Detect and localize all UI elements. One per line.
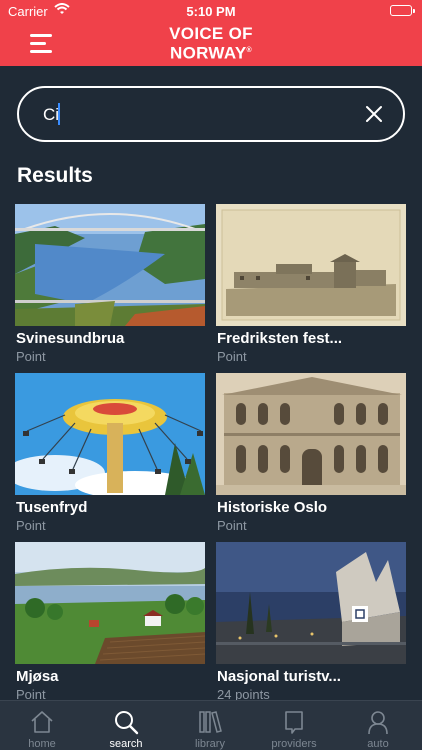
tab-label: auto [367, 738, 389, 750]
results-heading: Results [17, 164, 93, 187]
card-subtitle: Point [16, 349, 46, 364]
clear-search-button[interactable] [363, 103, 385, 125]
search-input[interactable] [43, 102, 343, 128]
card-title: Nasjonal turistv... [217, 668, 341, 685]
tab-label: library [195, 738, 225, 750]
result-card[interactable]: Nasjonal turistv... 24 points [216, 542, 406, 707]
result-card[interactable]: Fredriksten fest... Point [216, 204, 406, 369]
home-icon [31, 711, 53, 733]
search-bar [17, 86, 405, 142]
result-card[interactable]: Historiske Oslo Point [216, 373, 406, 538]
logo-line-2: NORWAY [170, 43, 247, 63]
nasjonal-turistveg-image [216, 542, 406, 664]
mjosa-image [15, 542, 205, 664]
person-icon [368, 711, 388, 735]
clock: 5:10 PM [186, 4, 236, 19]
tab-label: home [28, 738, 56, 750]
historiske-oslo-image [216, 373, 406, 495]
logo-registered-mark: ® [246, 47, 252, 54]
text-caret [58, 103, 60, 125]
search-icon [115, 711, 139, 735]
card-subtitle: Point [217, 518, 247, 533]
tab-search[interactable]: search [84, 701, 168, 750]
card-title: Historiske Oslo [217, 499, 328, 516]
result-card[interactable]: Tusenfryd Point [15, 373, 205, 538]
svinesundbrua-image [15, 204, 205, 326]
status-bar: Carrier 5:10 PM [0, 0, 422, 22]
fredriksten-image [216, 204, 406, 326]
tab-bar: home search library providers auto [0, 700, 422, 750]
tusenfryd-image [15, 373, 205, 495]
card-title: Svinesundbrua [16, 330, 125, 347]
logo-line-1: VOICE OF [169, 24, 253, 43]
card-title: Tusenfryd [16, 499, 88, 516]
card-title: Mjøsa [16, 668, 59, 685]
tab-auto[interactable]: auto [336, 701, 420, 750]
library-icon [199, 711, 222, 733]
tab-providers[interactable]: providers [252, 701, 336, 750]
tab-label: search [109, 738, 143, 750]
app-logo: VOICE OF NORWAY® [0, 25, 422, 62]
app-header: VOICE OF NORWAY® [0, 22, 422, 66]
battery-icon [390, 5, 415, 16]
result-card[interactable]: Mjøsa Point [15, 542, 205, 707]
tab-home[interactable]: home [0, 701, 84, 750]
tab-label: providers [271, 738, 317, 750]
card-subtitle: Point [16, 518, 46, 533]
bookmark-icon [285, 711, 303, 734]
card-title: Fredriksten fest... [217, 330, 343, 347]
result-card[interactable]: Svinesundbrua Point [15, 204, 205, 369]
close-icon [366, 106, 382, 122]
card-subtitle: Point [217, 349, 247, 364]
tab-library[interactable]: library [168, 701, 252, 750]
